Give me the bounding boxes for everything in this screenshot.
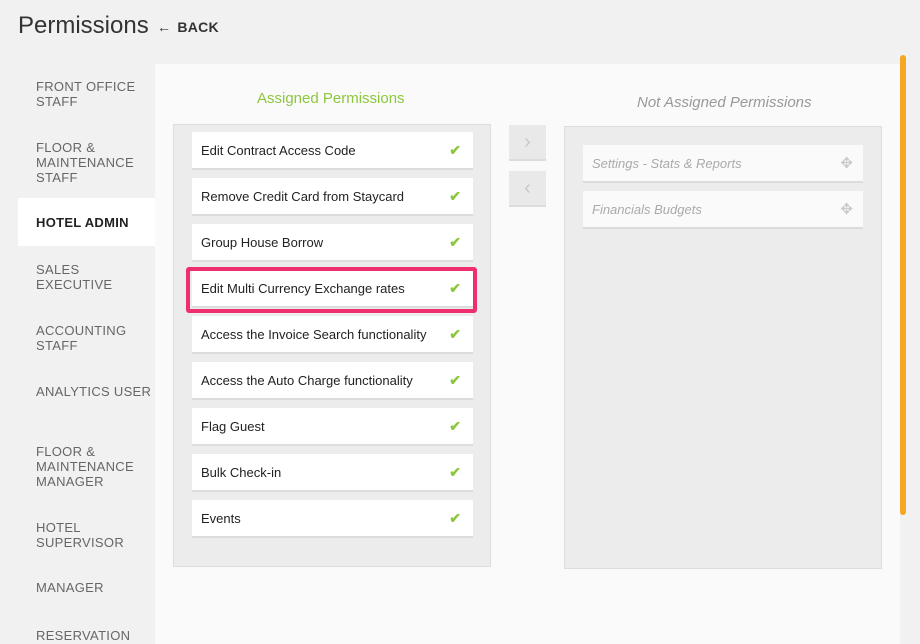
not-assigned-permission-item[interactable]: Settings - Stats & Reports ✥ (583, 145, 863, 183)
assigned-permission-item[interactable]: Access the Invoice Search functionality … (192, 316, 473, 354)
arrow-left-icon: ← (157, 19, 172, 35)
checkmark-icon: ✔ (449, 325, 461, 342)
header: Permissions ← BACK (0, 0, 920, 56)
sidebar-item-hotel-supervisor[interactable]: HOTEL SUPERVISOR (18, 520, 155, 550)
sidebar-item-accounting-staff[interactable]: ACCOUNTING STAFF (18, 323, 148, 353)
checkmark-icon: ✔ (449, 463, 461, 480)
chevron-left-icon: ‹ (524, 176, 531, 199)
chevron-right-icon: › (524, 130, 531, 153)
drag-handle-icon[interactable]: ✥ (840, 154, 853, 172)
sidebar-item-manager[interactable]: MANAGER (18, 580, 155, 595)
checkmark-icon: ✔ (449, 417, 461, 434)
sidebar-item-floor-maintenance-manager[interactable]: FLOOR & MAINTENANCE MANAGER (18, 444, 143, 489)
assigned-permissions-title: Assigned Permissions (257, 90, 405, 107)
move-right-button[interactable]: › (509, 125, 546, 161)
assigned-permission-item[interactable]: Remove Credit Card from Staycard ✔ (192, 178, 473, 216)
permission-label: Financials Budgets (592, 201, 702, 217)
assigned-permission-item[interactable]: Bulk Check-in ✔ (192, 454, 473, 492)
permission-label: Bulk Check-in (201, 464, 282, 480)
highlight-box (186, 267, 477, 313)
assigned-permission-item[interactable]: Access the Auto Charge functionality ✔ (192, 362, 473, 400)
drag-handle-icon[interactable]: ✥ (840, 200, 853, 218)
permission-label: Flag Guest (201, 418, 265, 434)
permission-label: Edit Contract Access Code (201, 142, 356, 158)
permission-label: Events (201, 510, 241, 526)
back-label: BACK (177, 19, 219, 35)
permission-label: Group House Borrow (201, 234, 324, 250)
permission-label: Access the Auto Charge functionality (201, 372, 413, 388)
assigned-permission-item[interactable]: Events ✔ (192, 500, 473, 538)
sidebar-item-analytics-user[interactable]: ANALYTICS USER (18, 384, 155, 399)
not-assigned-permission-item[interactable]: Financials Budgets ✥ (583, 191, 863, 229)
sidebar-item-front-office-staff[interactable]: FRONT OFFICE STAFF (18, 79, 155, 109)
move-left-button[interactable]: ‹ (509, 171, 546, 207)
permission-label: Access the Invoice Search functionality (201, 326, 427, 342)
permission-label: Settings - Stats & Reports (592, 155, 742, 171)
scrollbar[interactable] (900, 55, 906, 515)
not-assigned-permissions-title: Not Assigned Permissions (637, 94, 812, 111)
checkmark-icon: ✔ (449, 141, 461, 158)
assigned-permission-item[interactable]: Flag Guest ✔ (192, 408, 473, 446)
sidebar-item-hotel-admin[interactable]: HOTEL ADMIN (18, 198, 155, 246)
checkmark-icon: ✔ (449, 371, 461, 388)
sidebar-item-floor-maintenance-staff[interactable]: FLOOR & MAINTENANCE STAFF (18, 140, 143, 185)
permission-label: Remove Credit Card from Staycard (201, 188, 405, 204)
role-sidebar: FRONT OFFICE STAFF FLOOR & MAINTENANCE S… (0, 64, 155, 644)
page-title: Permissions (18, 12, 149, 39)
assigned-permission-item[interactable]: Edit Contract Access Code ✔ (192, 132, 473, 170)
sidebar-item-reservation[interactable]: RESERVATION (18, 628, 155, 643)
checkmark-icon: ✔ (449, 233, 461, 250)
back-button[interactable]: ← BACK (157, 19, 219, 35)
checkmark-icon: ✔ (449, 509, 461, 526)
sidebar-item-sales-executive[interactable]: SALES EXECUTIVE (18, 262, 155, 292)
checkmark-icon: ✔ (449, 187, 461, 204)
assigned-permission-item[interactable]: Group House Borrow ✔ (192, 224, 473, 262)
